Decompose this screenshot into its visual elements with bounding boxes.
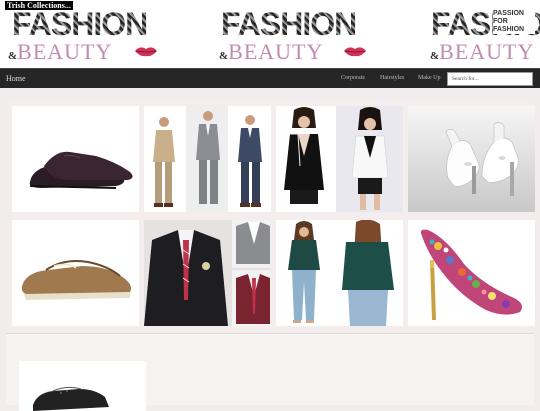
dress-shoes-image xyxy=(19,361,146,411)
men-jackets-image xyxy=(144,220,271,326)
banner-beauty-text: &BEAUTY xyxy=(219,39,324,64)
nav-item-corporate[interactable]: Corporate xyxy=(341,75,365,81)
boat-shoes-image xyxy=(12,220,139,326)
banner-fashion-text: FASHION xyxy=(221,6,357,42)
nav-home-link[interactable]: Home xyxy=(6,74,26,83)
nav-bar: Home Corporate Hairstyles Make Up Search… xyxy=(0,68,540,88)
men-suits-image xyxy=(144,106,271,212)
search-input[interactable]: Search for... xyxy=(447,72,533,86)
green-blouse-outfit-image xyxy=(276,220,403,326)
product-card-white-heels[interactable] xyxy=(408,106,535,212)
product-card-men-suits[interactable] xyxy=(144,106,271,212)
banner-fashion-text: FASHION xyxy=(12,6,148,42)
women-blazers-image xyxy=(276,106,403,212)
product-grid xyxy=(6,100,535,328)
lips-icon xyxy=(135,47,157,57)
site-title[interactable]: Trish Collections... xyxy=(5,1,73,10)
banner-beauty-text: &BEAUTY xyxy=(430,39,535,64)
product-card-men-jackets[interactable] xyxy=(144,220,271,326)
nav-item-make-up[interactable]: Make Up xyxy=(418,75,441,81)
product-card-floral-heels[interactable] xyxy=(408,220,535,326)
white-heels-image xyxy=(408,106,535,212)
header-banner[interactable]: Trish Collections... FASHION &BEAUTY FAS… xyxy=(0,0,540,68)
product-card-green-blouse[interactable] xyxy=(276,220,403,326)
banner-beauty-text: &BEAUTY xyxy=(8,39,113,64)
banner-tile: FASHION &BEAUTY xyxy=(0,0,215,68)
oxford-shoes-image xyxy=(12,106,139,212)
product-card-dress-shoes[interactable] xyxy=(19,361,146,411)
featured-section xyxy=(6,333,534,411)
floral-heels-image xyxy=(408,220,535,326)
lips-icon xyxy=(344,47,366,57)
product-card-women-blazers[interactable] xyxy=(276,106,403,212)
banner-tile: FASHION &BEAUTY xyxy=(215,0,430,68)
product-card-oxford-shoes[interactable] xyxy=(12,106,139,212)
product-card-boat-shoes[interactable] xyxy=(12,220,139,326)
nav-item-hairstyles[interactable]: Hairstyles xyxy=(380,75,404,81)
passion-for-fashion-badge: PASSION FOR FASHION xyxy=(493,10,535,34)
